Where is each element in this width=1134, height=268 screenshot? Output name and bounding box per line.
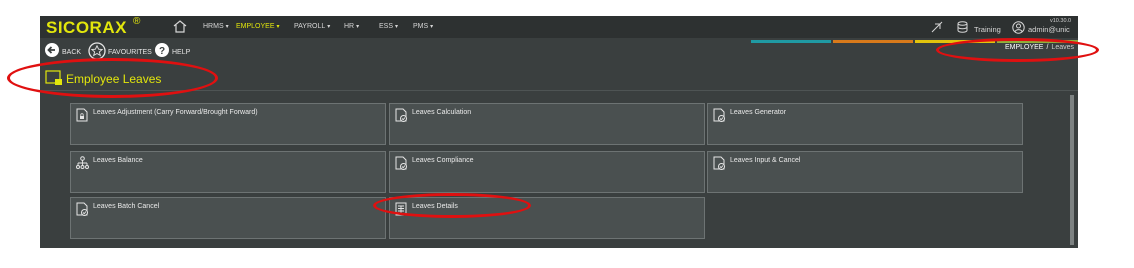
top-nav-bar: SICORAX ® HRMS ▾ EMPLOYEE ▾ PAYROLL ▾ HR ▾ E… [40, 16, 1078, 38]
nav-pms[interactable]: PMS ▾ [413, 23, 433, 30]
home-icon[interactable] [173, 20, 187, 33]
back-button[interactable]: BACK [62, 49, 81, 56]
doc-check-icon [713, 108, 726, 127]
module-window-icon [45, 70, 63, 91]
tile-leaves-compliance[interactable]: Leaves Compliance [389, 151, 705, 193]
page-title: Employee Leaves [66, 72, 162, 86]
chevron-down-icon: ▾ [225, 24, 229, 30]
chevron-down-icon: ▾ [430, 24, 434, 30]
doc-lock-icon [76, 108, 88, 127]
chevron-down-icon: ▾ [276, 24, 280, 30]
nav-payroll-label: PAYROLL [294, 23, 326, 30]
breadcrumb-separator: / [1046, 44, 1049, 51]
nav-hrms[interactable]: HRMS ▾ [203, 23, 229, 30]
chevron-down-icon: ▾ [356, 24, 360, 30]
tile-label: Leaves Generator [730, 109, 787, 116]
breadcrumb: EMPLOYEE / Leaves [1005, 44, 1074, 51]
back-arrow-icon[interactable] [44, 42, 60, 63]
environment-label: Training [974, 25, 1001, 34]
version-label: v10.30.0 [1050, 18, 1072, 24]
chevron-down-icon: ▾ [327, 24, 331, 30]
unpin-icon[interactable] [931, 21, 943, 33]
tile-leaves-adjustment[interactable]: Leaves Adjustment (Carry Forward/Brought… [70, 103, 386, 145]
nav-employee[interactable]: EMPLOYEE ▾ [236, 23, 280, 30]
nav-ess-label: ESS [379, 23, 394, 30]
brand-registered-mark: ® [133, 16, 141, 27]
tile-leaves-batch-cancel[interactable]: Leaves Batch Cancel [70, 197, 386, 239]
tile-leaves-details[interactable]: Leaves Details [389, 197, 705, 239]
tile-label: Leaves Adjustment (Carry Forward/Brought… [93, 109, 258, 116]
nav-payroll[interactable]: PAYROLL ▾ [294, 23, 330, 30]
nav-hrms-label: HRMS [203, 23, 224, 30]
help-button[interactable]: HELP [172, 49, 190, 56]
doc-check-icon [395, 108, 408, 127]
nav-pms-label: PMS [413, 23, 429, 30]
breadcrumb-root[interactable]: EMPLOYEE [1005, 44, 1044, 51]
nav-hr[interactable]: HR ▾ [344, 23, 359, 30]
user-icon[interactable] [1012, 21, 1025, 34]
nav-hr-label: HR [344, 23, 355, 30]
star-icon[interactable] [88, 42, 106, 65]
tile-label: Leaves Calculation [412, 109, 472, 116]
tile-label: Leaves Balance [93, 157, 143, 164]
tile-leaves-balance[interactable]: Leaves Balance [70, 151, 386, 193]
color-strip-orange [833, 40, 913, 43]
doc-check-icon [713, 156, 726, 175]
nav-ess[interactable]: ESS ▾ [379, 23, 398, 30]
breadcrumb-current: Leaves [1051, 44, 1074, 51]
nav-employee-label: EMPLOYEE [236, 23, 275, 30]
tile-label: Leaves Details [412, 203, 458, 210]
doc-check-icon [76, 202, 89, 221]
color-strip-yellow [915, 40, 995, 43]
color-strip-teal [751, 40, 831, 43]
chevron-down-icon: ▾ [395, 24, 399, 30]
favourites-button[interactable]: FAVOURITES [108, 49, 152, 56]
tile-leaves-input-cancel[interactable]: Leaves Input & Cancel [707, 151, 1023, 193]
hierarchy-icon [76, 156, 89, 175]
doc-grid-icon [395, 202, 408, 221]
doc-check-icon [395, 156, 408, 175]
user-name[interactable]: admin@unic [1028, 25, 1070, 34]
tile-label: Leaves Batch Cancel [93, 203, 160, 210]
app-window: SICORAX ® HRMS ▾ EMPLOYEE ▾ PAYROLL ▾ HR ▾ E… [40, 16, 1078, 248]
tile-leaves-generator[interactable]: Leaves Generator [707, 103, 1023, 145]
help-icon[interactable]: ? [154, 42, 170, 63]
brand-logo[interactable]: SICORAX [46, 18, 127, 38]
tile-leaves-calculation[interactable]: Leaves Calculation [389, 103, 705, 145]
tile-label: Leaves Input & Cancel [730, 157, 801, 164]
database-icon[interactable] [957, 21, 968, 33]
svg-text:?: ? [159, 46, 165, 57]
tile-label: Leaves Compliance [412, 157, 474, 164]
color-strip-green [997, 40, 1078, 43]
scrollbar[interactable] [1070, 95, 1074, 245]
title-divider [40, 90, 1078, 91]
